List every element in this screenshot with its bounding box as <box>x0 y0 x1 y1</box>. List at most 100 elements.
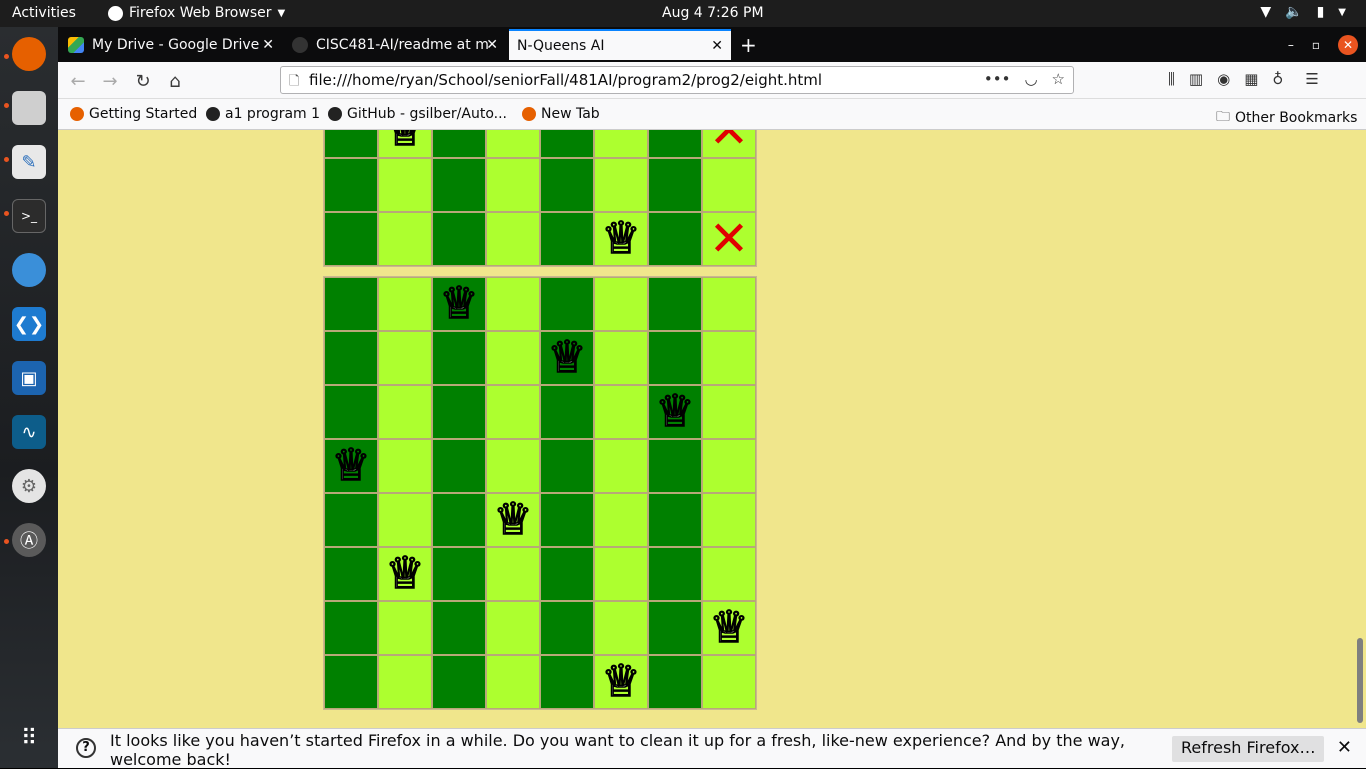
board-square <box>648 158 702 212</box>
minimize-icon[interactable]: – <box>1288 38 1294 52</box>
tab-n-queens[interactable]: N-Queens AI ✕ <box>509 29 731 60</box>
folder-icon: 🗀 <box>1216 109 1230 125</box>
board-square <box>648 212 702 266</box>
board-square <box>540 601 594 655</box>
page-content: ♕ ✕ ♕ ✕ ♕ ♕ ♕ ♕ ♕ ♕ ♕ ♕ <box>58 130 1354 728</box>
extension-icon[interactable]: ▦ <box>1244 70 1258 88</box>
board-square <box>540 385 594 439</box>
extension-icon[interactable]: ♁ <box>1272 70 1283 88</box>
terminal-icon[interactable]: >_ <box>12 199 46 233</box>
activities-button[interactable]: Activities <box>12 5 76 21</box>
board-square <box>486 212 540 266</box>
x-mark-icon: ✕ <box>708 211 750 267</box>
firefox-icon <box>522 107 536 121</box>
close-window-icon[interactable]: ✕ <box>1338 34 1358 55</box>
back-button[interactable]: ← <box>66 69 90 93</box>
new-tab-button[interactable]: + <box>736 29 762 60</box>
board-square <box>378 439 432 493</box>
show-applications-icon[interactable]: ⠿ <box>12 721 46 755</box>
bookmark-new-tab[interactable]: New Tab <box>522 106 600 122</box>
board-square: ♕ <box>486 493 540 547</box>
menu-icon[interactable]: ☰ <box>1305 70 1318 88</box>
board-square <box>486 655 540 709</box>
board-square <box>324 601 378 655</box>
board-square <box>378 158 432 212</box>
tab-bar: My Drive - Google Drive ✕ CISC481-AI/rea… <box>58 27 1366 62</box>
page-actions-icon[interactable]: ••• <box>984 70 1011 88</box>
github-icon <box>206 107 220 121</box>
board-square <box>486 277 540 331</box>
refresh-notification-bar: ? It looks like you haven’t started Fire… <box>58 728 1366 769</box>
board-square <box>378 331 432 385</box>
library-icon[interactable]: ⫼ <box>1168 70 1175 88</box>
board-square <box>432 655 486 709</box>
clock[interactable]: Aug 4 7:26 PM <box>662 5 764 21</box>
running-indicator <box>4 539 9 544</box>
refresh-firefox-button[interactable]: Refresh Firefox… <box>1172 736 1325 762</box>
close-icon[interactable]: ✕ <box>262 37 274 53</box>
bookmark-star-icon[interactable]: ☆ <box>1052 70 1065 88</box>
board-square <box>594 277 648 331</box>
settings-icon[interactable]: ⚙ <box>12 469 46 503</box>
scrollbar[interactable] <box>1354 130 1366 728</box>
board-square <box>324 493 378 547</box>
board-square <box>486 331 540 385</box>
tab-google-drive[interactable]: My Drive - Google Drive ✕ <box>60 29 282 60</box>
files-icon[interactable] <box>12 91 46 125</box>
dock: ✎ >_ ❮❯ ▣ ∿ ⚙ Ⓐ ⠿ <box>0 27 58 768</box>
board-square <box>702 493 756 547</box>
board-square: ✕ <box>702 212 756 266</box>
board-square <box>594 331 648 385</box>
other-bookmarks[interactable]: 🗀 Other Bookmarks <box>1216 106 1357 130</box>
board-square <box>486 158 540 212</box>
scrollbar-thumb[interactable] <box>1357 638 1363 723</box>
board-square <box>594 493 648 547</box>
board-square <box>378 655 432 709</box>
board-square <box>432 331 486 385</box>
running-indicator <box>4 54 9 59</box>
firefox-icon[interactable] <box>12 37 46 71</box>
text-editor-icon[interactable]: ✎ <box>12 145 46 179</box>
close-icon[interactable]: ✕ <box>1337 737 1352 758</box>
board-square <box>540 277 594 331</box>
pocket-icon[interactable]: ◡ <box>1024 70 1037 88</box>
queen-icon: ♕ <box>493 494 534 545</box>
queen-icon: ♕ <box>655 386 696 437</box>
board-square: ♕ <box>378 547 432 601</box>
vscode-icon[interactable]: ❮❯ <box>12 307 46 341</box>
account-icon[interactable]: ◉ <box>1217 70 1230 88</box>
reload-button[interactable]: ↻ <box>131 69 155 93</box>
board-square <box>702 439 756 493</box>
board-square <box>540 212 594 266</box>
board-square <box>540 130 594 158</box>
close-icon[interactable]: ✕ <box>486 37 498 53</box>
board-square <box>648 331 702 385</box>
board-square <box>594 439 648 493</box>
system-tray[interactable]: ▼ 🔈 ▮ ▼ <box>1260 4 1346 20</box>
running-indicator <box>4 103 9 108</box>
sidebar-icon[interactable]: ▥ <box>1189 70 1203 88</box>
board-square <box>540 158 594 212</box>
matlab-icon[interactable]: ∿ <box>12 415 46 449</box>
bookmark-getting-started[interactable]: Getting Started <box>70 106 197 122</box>
bookmark-github-gsilber[interactable]: GitHub - gsilber/Auto... <box>328 106 507 122</box>
virtualbox-icon[interactable]: ▣ <box>12 361 46 395</box>
software-updater-icon[interactable]: Ⓐ <box>12 523 46 557</box>
forward-button[interactable]: → <box>98 69 122 93</box>
maximize-icon[interactable]: ▫ <box>1312 38 1320 52</box>
queen-icon: ♕ <box>331 440 372 491</box>
board-square: ♕ <box>540 331 594 385</box>
close-icon[interactable]: ✕ <box>711 38 723 54</box>
board-square <box>432 493 486 547</box>
home-button[interactable]: ⌂ <box>163 69 187 93</box>
app-menu[interactable]: Firefox Web Browser ▼ <box>108 5 285 21</box>
tab-label: N-Queens AI <box>517 37 605 54</box>
page-info-icon[interactable]: 🗋 <box>289 72 299 94</box>
bookmark-a1-program[interactable]: a1 program 1 <box>206 106 320 122</box>
queen-icon: ♕ <box>385 130 426 156</box>
tab-github-readme[interactable]: CISC481-AI/readme at m ✕ <box>284 29 506 60</box>
board-square <box>378 601 432 655</box>
url-bar[interactable]: 🗋 file:///home/ryan/School/seniorFall/48… <box>280 66 1074 94</box>
web-app-icon[interactable] <box>12 253 46 287</box>
board-square: ✕ <box>702 130 756 158</box>
